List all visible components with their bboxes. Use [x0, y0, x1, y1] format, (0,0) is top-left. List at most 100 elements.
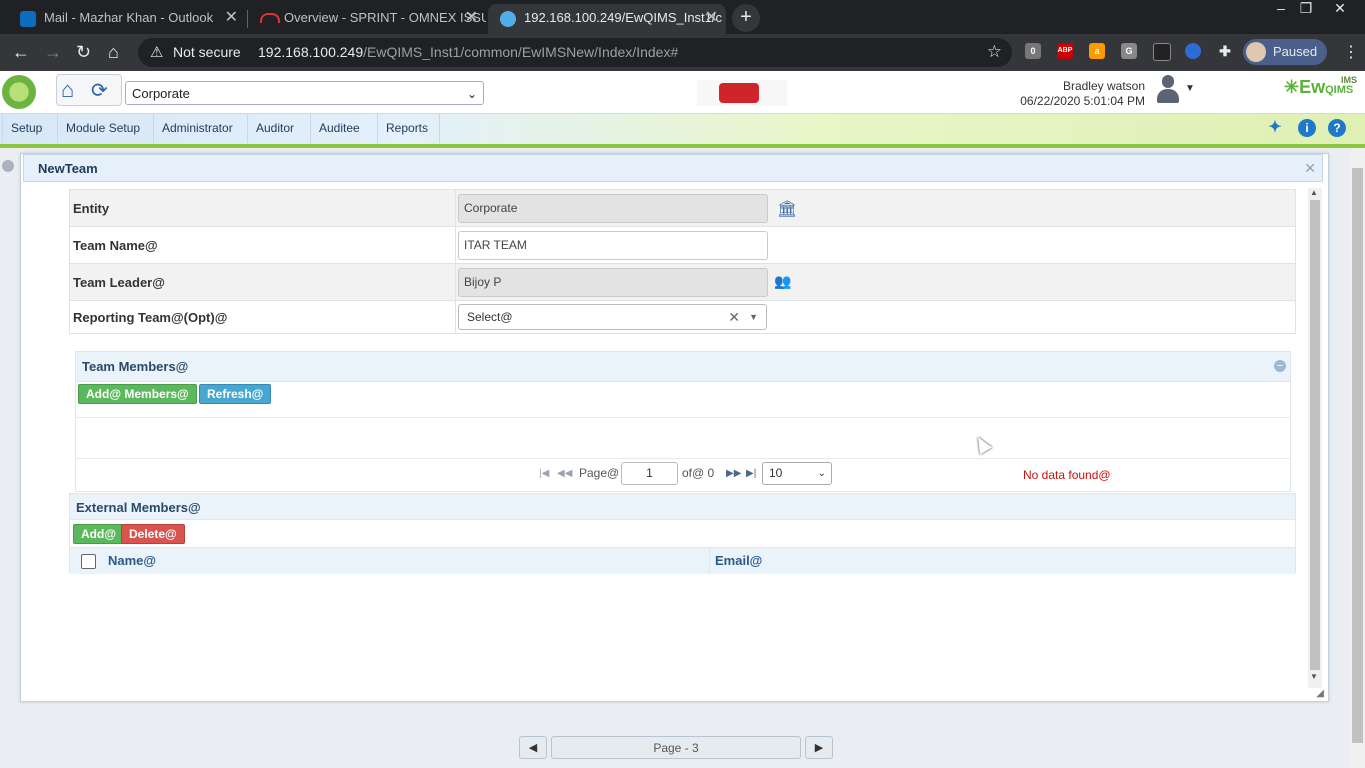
app-logo[interactable] — [2, 75, 36, 109]
menu-module-setup[interactable]: Module Setup — [58, 114, 154, 143]
menu-reports[interactable]: Reports — [378, 114, 440, 143]
close-window-icon[interactable]: ✕ — [1325, 0, 1355, 20]
close-icon[interactable]: ✕ — [705, 4, 718, 32]
extension-icon[interactable]: 0 — [1025, 43, 1041, 59]
bank-icon[interactable]: 🏛 — [777, 199, 797, 219]
external-members-title: External Members@ — [76, 500, 201, 515]
ewqims-logo: ✳EwQIMS IMS — [1284, 75, 1358, 97]
prev-page-icon[interactable]: ◀◀ — [557, 468, 572, 479]
help-icon[interactable]: ? — [1328, 119, 1346, 137]
forward-icon[interactable]: → — [44, 42, 62, 63]
logo-text: Ew — [1299, 77, 1326, 97]
prev-page-button[interactable]: ◀ — [519, 736, 547, 759]
delete-external-button[interactable]: Delete@ — [121, 524, 185, 544]
form-row-team-leader: Team Leader@ Bijoy P 👥 — [69, 263, 1296, 301]
clear-icon[interactable]: ✕ — [728, 305, 740, 329]
close-icon[interactable]: ✕ — [1304, 160, 1316, 177]
add-external-button[interactable]: Add@ — [73, 524, 125, 544]
column-email[interactable]: Email@ — [715, 553, 762, 568]
back-icon[interactable]: ← — [12, 42, 30, 63]
column-name[interactable]: Name@ — [108, 553, 156, 568]
profile-button[interactable]: Paused — [1243, 39, 1327, 65]
team-members-pager: |◀ ◀◀ Page@ 1 of@ 0 ▶▶ ▶| 10 ⌄ No data f… — [76, 459, 1290, 492]
resize-handle-icon[interactable]: ◢ — [1316, 688, 1324, 699]
firefox-icon[interactable] — [1185, 43, 1201, 59]
grammar-icon[interactable]: G — [1121, 43, 1137, 59]
dialog-scrollbar[interactable]: ▲ ▼ — [1308, 188, 1322, 688]
scroll-down-icon[interactable]: ▼ — [1310, 672, 1318, 681]
menu-administrator[interactable]: Administrator — [154, 114, 248, 143]
team-name-input[interactable]: ITAR TEAM — [458, 231, 768, 260]
menu-auditee[interactable]: Auditee — [311, 114, 378, 143]
reporting-team-label: Reporting Team@(Opt)@ — [73, 310, 228, 325]
document-icon[interactable] — [1153, 43, 1171, 61]
reporting-team-value: Select@ — [467, 310, 513, 324]
pin-icon[interactable]: ✦ — [1266, 119, 1284, 137]
entity-label: Entity — [73, 201, 110, 216]
amazon-icon[interactable]: a — [1089, 43, 1105, 59]
tab-outlook[interactable]: Mail - Mazhar Khan - Outlook ✕ — [8, 4, 246, 34]
reporting-team-select[interactable]: Select@ ✕ ▼ — [458, 304, 767, 330]
entity-field: Corporate — [458, 194, 768, 223]
entity-dropdown-value: Corporate — [132, 86, 190, 101]
tab-jira[interactable]: Overview - SPRINT - OMNEX ISSU ✕ — [248, 4, 486, 34]
external-members-panel: External Members@ Add@ Delete@ Name@ Ema… — [69, 493, 1296, 574]
reload-icon[interactable]: ↻ — [76, 42, 91, 63]
team-members-panel: Team Members@ – Add@ Members@ Refresh@ |… — [75, 351, 1291, 492]
next-page-icon[interactable]: ▶▶ — [726, 468, 741, 479]
home-icon[interactable]: ⌂ — [61, 77, 74, 103]
close-icon[interactable]: ✕ — [465, 4, 478, 32]
add-members-button[interactable]: Add@ Members@ — [78, 384, 197, 404]
address-bar[interactable]: ⚠ Not secure 192.168.100.249/EwQIMS_Inst… — [138, 38, 1012, 67]
page-scrollbar[interactable] — [1350, 148, 1365, 768]
first-page-icon[interactable]: |◀ — [539, 468, 549, 479]
avatar — [1246, 42, 1266, 62]
close-icon[interactable]: ✕ — [225, 4, 238, 32]
users-picker-icon[interactable]: 👥 — [774, 273, 791, 290]
user-avatar-icon[interactable] — [1156, 75, 1180, 105]
caret-down-icon[interactable]: ▼ — [1185, 83, 1195, 94]
browser-tab-strip: Mail - Mazhar Khan - Outlook ✕ Overview … — [0, 0, 1365, 34]
menu-auditor[interactable]: Auditor — [248, 114, 311, 143]
scroll-up-icon[interactable]: ▲ — [1310, 188, 1318, 197]
settings-gear-icon[interactable] — [2, 160, 14, 172]
info-icon[interactable]: i — [1298, 119, 1316, 137]
url-path: /EwQIMS_Inst1/common/EwIMSNew/Index/Inde… — [363, 44, 679, 60]
adblock-icon[interactable]: ABP — [1057, 43, 1073, 59]
select-all-checkbox[interactable] — [81, 554, 96, 569]
bookmark-star-icon[interactable]: ☆ — [987, 42, 1002, 62]
warning-icon[interactable]: ⚠ — [150, 43, 163, 61]
globe-icon — [500, 11, 516, 27]
caret-down-icon[interactable]: ▼ — [749, 305, 758, 329]
team-members-grid — [76, 418, 1290, 459]
page-size-select[interactable]: 10 ⌄ — [762, 462, 832, 485]
last-page-icon[interactable]: ▶| — [746, 468, 756, 479]
tab-title: Overview - SPRINT - OMNEX ISSU — [284, 10, 486, 25]
refresh-icon[interactable]: ⟳ — [91, 78, 108, 103]
cummins-logo-mark — [719, 83, 759, 103]
external-members-column-header: Name@ Email@ — [70, 547, 1295, 574]
security-label[interactable]: Not secure — [173, 44, 241, 60]
logo-suffix: QIMS — [1325, 84, 1354, 96]
home-icon[interactable]: ⌂ — [108, 42, 119, 63]
scrollbar-thumb[interactable] — [1352, 168, 1363, 743]
next-page-button[interactable]: ▶ — [805, 736, 833, 759]
new-tab-button[interactable]: + — [732, 4, 760, 32]
puzzle-icon[interactable]: ✚ — [1217, 43, 1233, 59]
refresh-button[interactable]: Refresh@ — [199, 384, 272, 404]
team-members-header: Team Members@ – — [76, 352, 1290, 382]
tab-ewqims[interactable]: 192.168.100.249/EwQIMS_Inst1/c ✕ — [488, 4, 726, 34]
menu-setup[interactable]: Setup — [2, 114, 58, 143]
url-text[interactable]: 192.168.100.249/EwQIMS_Inst1/common/EwIM… — [258, 44, 678, 60]
page-label: Page@ — [579, 466, 620, 480]
tab-title: Mail - Mazhar Khan - Outlook — [44, 10, 214, 25]
restore-icon[interactable]: ❐ — [1291, 0, 1321, 20]
menu-kebab-icon[interactable]: ⋮ — [1343, 42, 1359, 62]
dialog-title: NewTeam — [38, 161, 98, 176]
page-number-input[interactable]: 1 — [621, 462, 678, 485]
entity-dropdown[interactable]: Corporate ⌄ — [125, 81, 484, 105]
scrollbar-thumb[interactable] — [1310, 200, 1320, 670]
team-leader-field: Bijoy P — [458, 268, 768, 297]
tab-title: 192.168.100.249/EwQIMS_Inst1/c — [524, 10, 723, 25]
collapse-icon[interactable]: – — [1274, 360, 1286, 372]
